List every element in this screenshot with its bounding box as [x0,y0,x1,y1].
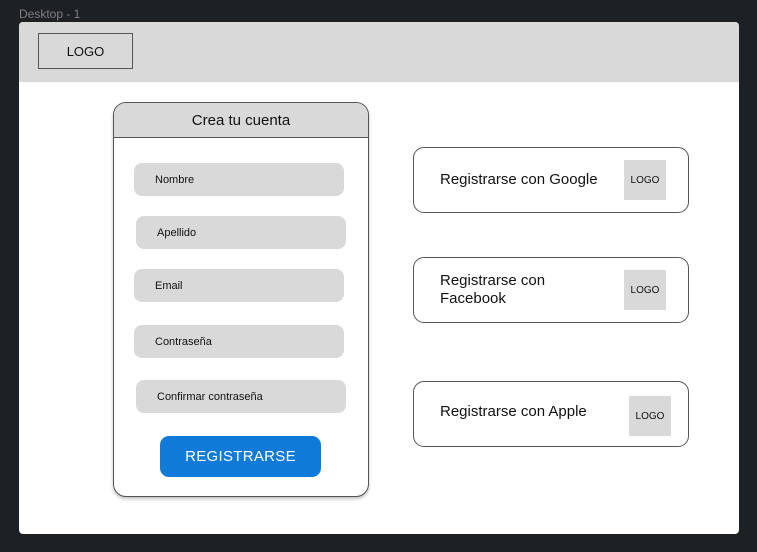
password-field[interactable]: Contraseña [134,325,344,358]
confirm-password-field[interactable]: Confirmar contraseña [136,380,346,413]
desktop-frame: LOGO Crea tu cuenta Nombre Apellido Emai… [19,22,739,534]
facebook-signup-label: Registrarse con Facebook [440,272,546,307]
signup-title: Crea tu cuenta [114,103,368,138]
apple-logo: LOGO [629,396,671,436]
google-signup-button[interactable]: Registrarse con Google LOGO [413,147,689,213]
first-name-field[interactable]: Nombre [134,163,344,196]
google-signup-label: Registrarse con Google [440,171,598,188]
facebook-logo: LOGO [624,270,666,310]
last-name-field[interactable]: Apellido [136,216,346,249]
apple-signup-button[interactable]: Registrarse con Apple LOGO [413,381,689,447]
email-field[interactable]: Email [134,269,344,302]
register-button[interactable]: REGISTRARSE [160,436,321,477]
signup-card: Crea tu cuenta Nombre Apellido Email Con… [113,102,369,497]
google-logo: LOGO [624,160,666,200]
header-bar: LOGO [19,22,739,82]
facebook-signup-button[interactable]: Registrarse con Facebook LOGO [413,257,689,323]
frame-label: Desktop - 1 [19,7,81,21]
header-logo[interactable]: LOGO [38,33,133,69]
apple-signup-label: Registrarse con Apple [440,403,587,420]
